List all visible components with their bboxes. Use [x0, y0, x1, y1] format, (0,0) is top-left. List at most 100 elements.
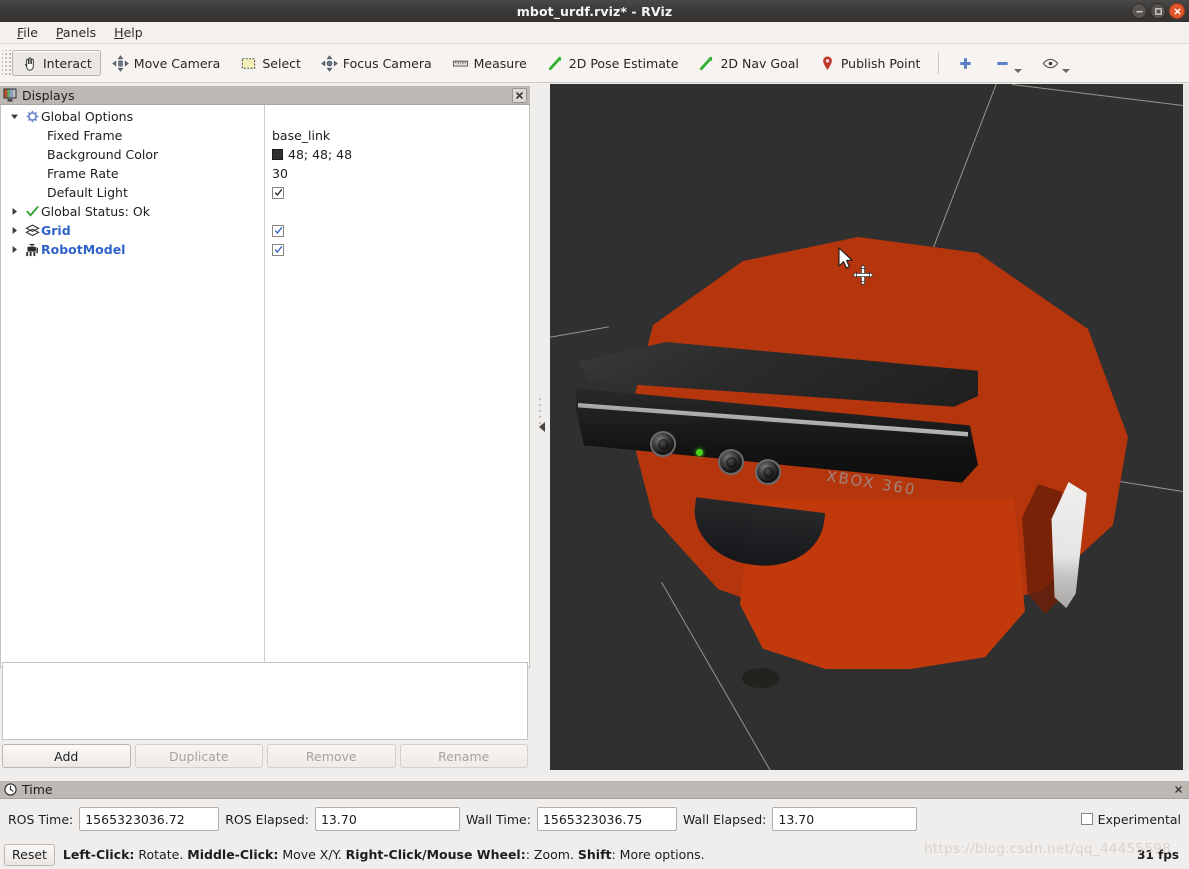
time-panel-body: ROS Time: 1565323036.72 ROS Elapsed: 13.… — [0, 799, 1189, 839]
tree-row-default-light[interactable]: Default Light — [5, 183, 525, 202]
window-controls — [1131, 3, 1185, 19]
twisty-expanded-icon[interactable] — [5, 112, 23, 121]
twisty-collapsed-icon[interactable] — [5, 226, 23, 235]
toolbar-grip[interactable] — [2, 50, 11, 76]
tool-bar: Interact Move Camera Select Focus Camera… — [0, 44, 1189, 83]
eye-icon — [1043, 58, 1059, 68]
tree-label: Global Status: Ok — [41, 204, 150, 219]
tool-move-camera[interactable]: Move Camera — [103, 50, 230, 76]
move-camera-icon — [111, 54, 129, 72]
hint-shift: Shift — [577, 847, 612, 862]
window-title: mbot_urdf.rviz* - RViz — [516, 3, 673, 19]
tool-2d-nav-goal[interactable]: 2D Nav Goal — [689, 50, 807, 76]
move-crosshair-icon[interactable] — [852, 264, 874, 286]
add-button-label: Add — [54, 748, 79, 764]
experimental-checkbox-group[interactable]: Experimental — [1080, 812, 1181, 827]
fixed-frame-value[interactable]: base_link — [272, 128, 330, 143]
background-color-value[interactable]: 48; 48; 48 — [272, 147, 352, 162]
view-button[interactable] — [1033, 50, 1079, 76]
grid-enabled-value[interactable] — [272, 224, 284, 237]
color-swatch — [272, 149, 283, 160]
checkbox-checked[interactable] — [272, 186, 284, 199]
tree-row-global-options[interactable]: Global Options — [5, 107, 525, 126]
chevron-down-icon[interactable] — [1014, 69, 1023, 73]
close-button[interactable] — [1169, 3, 1185, 19]
tree-row-fixed-frame[interactable]: Fixed Frame base_link — [5, 126, 525, 145]
default-light-value[interactable] — [272, 186, 284, 199]
add-tool-button[interactable] — [948, 50, 983, 76]
tool-focus-camera-label: Focus Camera — [342, 55, 432, 71]
render-viewport-3d[interactable]: XBOX 360 — [550, 84, 1189, 770]
robot-icon — [23, 243, 41, 257]
checkbox-checked[interactable] — [272, 224, 284, 237]
tool-publish-point-label: Publish Point — [840, 55, 921, 71]
tool-interact[interactable]: Interact — [12, 50, 101, 76]
tree-label: Frame Rate — [47, 166, 119, 181]
add-button[interactable]: Add — [2, 744, 131, 768]
duplicate-button[interactable]: Duplicate — [134, 744, 263, 768]
reset-button[interactable]: Reset — [4, 843, 55, 866]
tool-focus-camera[interactable]: Focus Camera — [312, 50, 441, 76]
tool-measure[interactable]: Measure — [443, 50, 536, 76]
frame-rate-value[interactable]: 30 — [272, 166, 288, 181]
green-arrow-icon — [548, 56, 561, 70]
kinect-ir-projector-lens — [650, 431, 676, 457]
chevron-down-icon[interactable] — [1062, 69, 1071, 73]
maximize-button[interactable] — [1150, 3, 1166, 19]
tool-measure-label: Measure — [473, 55, 527, 71]
robotmodel-enabled-value[interactable] — [272, 243, 284, 256]
wall-time-label: Wall Time: — [465, 811, 531, 827]
close-icon[interactable] — [1172, 783, 1185, 796]
tree-label: Grid — [41, 223, 71, 238]
viewport-scrollbar[interactable] — [1183, 84, 1189, 770]
menu-file[interactable]: File — [8, 23, 47, 42]
tree-row-grid[interactable]: Grid — [5, 221, 525, 240]
panel-collapse-handle[interactable] — [532, 86, 548, 770]
rviz-window: mbot_urdf.rviz* - RViz File Panels Help — [0, 0, 1189, 869]
twisty-collapsed-icon[interactable] — [5, 245, 23, 254]
kinect-status-led — [696, 449, 703, 456]
tree-row-frame-rate[interactable]: Frame Rate 30 — [5, 164, 525, 183]
robot-caster-mesh — [742, 668, 780, 688]
displays-button-row: Add Duplicate Remove Rename — [0, 744, 530, 770]
experimental-checkbox[interactable] — [1080, 813, 1093, 825]
tool-select-label: Select — [262, 55, 301, 71]
close-icon[interactable] — [512, 87, 527, 103]
checkbox-checked[interactable] — [272, 243, 284, 256]
map-pin-icon — [823, 56, 832, 70]
minimize-button[interactable] — [1131, 3, 1147, 19]
time-panel-header: Time — [0, 781, 1189, 799]
mouse-hint-text: Left-Click: Rotate. Middle-Click: Move X… — [63, 847, 705, 862]
tree-row-global-status[interactable]: Global Status: Ok — [5, 202, 525, 221]
green-arrow-icon — [700, 56, 713, 70]
remove-tool-button[interactable] — [985, 50, 1031, 76]
status-bar: Reset Left-Click: Rotate. Middle-Click: … — [0, 840, 1189, 869]
remove-button[interactable]: Remove — [267, 744, 396, 768]
wall-time-field[interactable]: 1565323036.75 — [536, 807, 677, 831]
minus-icon — [997, 61, 1009, 65]
tool-2d-pose-estimate[interactable]: 2D Pose Estimate — [538, 50, 688, 76]
menu-panels[interactable]: Panels — [47, 23, 105, 42]
ros-elapsed-label: ROS Elapsed: — [225, 811, 309, 827]
wall-elapsed-field[interactable]: 13.70 — [772, 807, 918, 831]
tool-move-camera-label: Move Camera — [133, 55, 221, 71]
menu-file-label: ile — [23, 25, 38, 40]
rename-button[interactable]: Rename — [399, 744, 528, 768]
hint-left-click: Left-Click: — [62, 847, 135, 862]
ros-time-field[interactable]: 1565323036.72 — [79, 807, 220, 831]
menu-help[interactable]: Help — [105, 23, 152, 42]
select-rectangle-icon — [242, 57, 256, 69]
tree-row-robotmodel[interactable]: RobotModel — [5, 240, 525, 259]
hint-move-xy: Move X/Y. — [278, 847, 346, 862]
tool-select[interactable]: Select — [231, 50, 310, 76]
tree-row-background-color[interactable]: Background Color 48; 48; 48 — [5, 145, 525, 164]
twisty-collapsed-icon[interactable] — [5, 207, 23, 216]
time-panel: Time ROS Time: 1565323036.72 ROS Elapsed… — [0, 781, 1189, 839]
tree-label: RobotModel — [41, 242, 126, 257]
displays-tree[interactable]: Global Options Fixed Frame base_link Bac… — [0, 105, 530, 668]
tool-publish-point[interactable]: Publish Point — [810, 50, 930, 76]
green-check-icon — [23, 205, 41, 218]
ros-elapsed-field[interactable]: 13.70 — [314, 807, 460, 831]
displays-icon — [3, 88, 17, 102]
chevron-left-icon[interactable] — [539, 422, 545, 432]
